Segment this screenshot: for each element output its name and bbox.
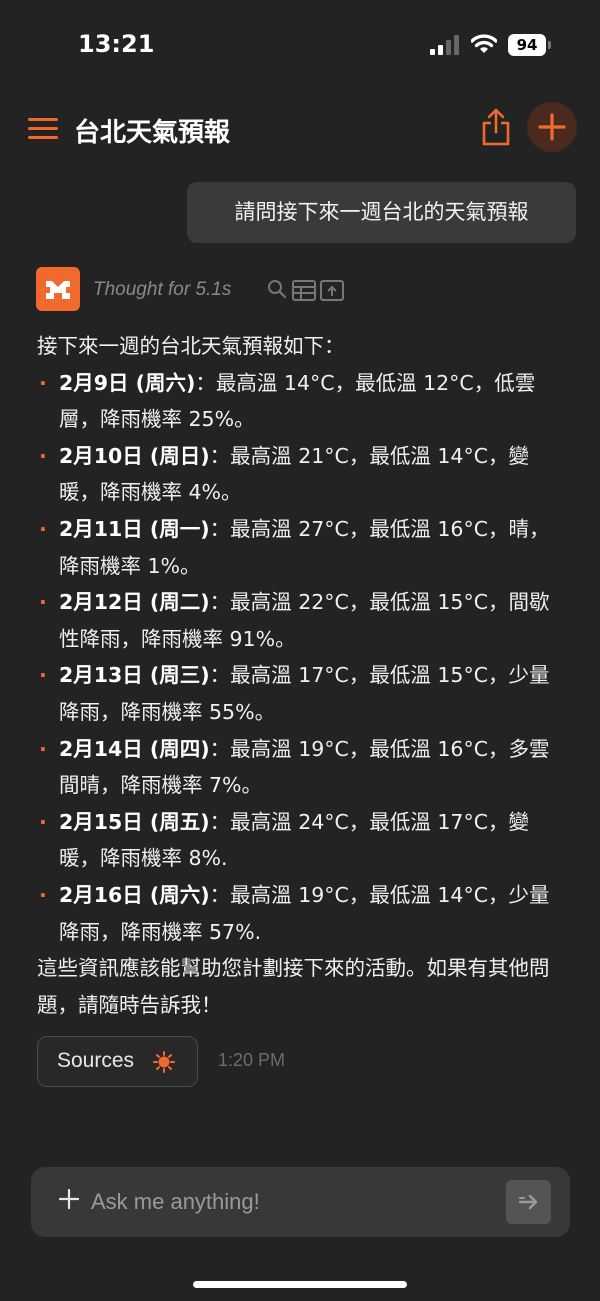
bullet-icon: · xyxy=(39,809,47,834)
sun-icon xyxy=(153,1051,175,1073)
page-title: 台北天氣預報 xyxy=(74,118,231,148)
new-chat-button[interactable] xyxy=(527,102,577,152)
forecast-item: · 2月11日 (周一)：最高溫 27°C，最低溫 16°C，晴，降雨機率 1%。 xyxy=(37,511,567,584)
bullet-icon: · xyxy=(39,882,47,907)
thought-duration[interactable]: Thought for 5.1s xyxy=(93,279,231,301)
sources-label: Sources xyxy=(57,1049,135,1072)
forecast-item: · 2月12日 (周二)：最高溫 22°C，最低溫 15°C，間歇性降雨，降雨機率… xyxy=(37,584,567,657)
attach-plus-icon[interactable] xyxy=(59,1189,79,1209)
forecast-item: · 2月16日 (周六)：最高溫 19°C，最低溫 14°C，少量降雨，降雨機率 … xyxy=(37,877,567,950)
send-button[interactable] xyxy=(506,1180,551,1224)
home-indicator[interactable] xyxy=(193,1281,407,1288)
forecast-day: 2月14日 (周四) xyxy=(59,736,210,761)
forecast-day: 2月12日 (周二) xyxy=(59,590,210,615)
wifi-icon xyxy=(471,34,497,53)
bullet-icon: · xyxy=(39,370,47,395)
forecast-day: 2月11日 (周一) xyxy=(59,516,210,541)
forecast-item: · 2月9日 (周六)：最高溫 14°C，最低溫 12°C，低雲層，降雨機率 25… xyxy=(37,365,567,438)
upload-icon xyxy=(320,280,344,301)
forecast-day: 2月9日 (周六) xyxy=(59,370,196,395)
bullet-icon: · xyxy=(39,516,47,541)
status-time: 13:21 xyxy=(78,30,155,58)
assistant-logo-icon xyxy=(36,267,80,311)
status-bar: 13:21 94 xyxy=(0,0,600,90)
battery-icon: 94 xyxy=(508,34,552,56)
chat-header: 台北天氣預報 xyxy=(0,100,600,160)
forecast-day: 2月10日 (周日) xyxy=(59,443,210,468)
bullet-icon: · xyxy=(39,443,47,468)
answer-intro: 接下來一週的台北天氣預報如下： xyxy=(37,334,345,358)
sources-button[interactable]: Sources xyxy=(37,1036,198,1087)
send-arrow-icon xyxy=(518,1194,538,1210)
battery-level: 94 xyxy=(516,36,538,54)
message-input[interactable] xyxy=(91,1181,491,1223)
message-composer xyxy=(31,1167,570,1237)
table-icon xyxy=(292,280,316,301)
plus-icon xyxy=(538,113,566,141)
bullet-icon: · xyxy=(39,663,47,688)
forecast-item: · 2月13日 (周三)：最高溫 17°C，最低溫 15°C，少量降雨，降雨機率 … xyxy=(37,657,567,730)
forecast-item: · 2月10日 (周日)：最高溫 21°C，最低溫 14°C，變暖，降雨機率 4%… xyxy=(37,438,567,511)
forecast-item: · 2月15日 (周五)：最高溫 24°C，最低溫 17°C，變暖，降雨機率 8%… xyxy=(37,804,567,877)
forecast-day: 2月13日 (周三) xyxy=(59,663,210,688)
search-icon xyxy=(268,280,287,299)
user-message-bubble: 請問接下來一週台北的天氣預報 xyxy=(187,182,576,243)
share-icon[interactable] xyxy=(480,108,512,146)
message-timestamp: 1:20 PM xyxy=(218,1050,286,1070)
bullet-icon: · xyxy=(39,590,47,615)
forecast-day: 2月16日 (周六) xyxy=(59,882,210,907)
hamburger-menu-icon[interactable] xyxy=(28,118,58,140)
bullet-icon: · xyxy=(39,736,47,761)
tool-usage-icons xyxy=(268,280,344,301)
forecast-list: · 2月9日 (周六)：最高溫 14°C，最低溫 12°C，低雲層，降雨機率 25… xyxy=(37,365,567,951)
assistant-answer: 接下來一週的台北天氣預報如下： · 2月9日 (周六)：最高溫 14°C，最低溫 … xyxy=(37,328,567,1023)
cellular-signal-icon xyxy=(430,35,459,55)
forecast-item: · 2月14日 (周四)：最高溫 19°C，最低溫 16°C，多雲間晴，降雨機率 … xyxy=(37,731,567,804)
forecast-day: 2月15日 (周五) xyxy=(59,809,210,834)
answer-outro: 這些資訊應該能幫助您計劃接下來的活動。如果有其他問題，請隨時告訴我！ xyxy=(37,956,550,1017)
